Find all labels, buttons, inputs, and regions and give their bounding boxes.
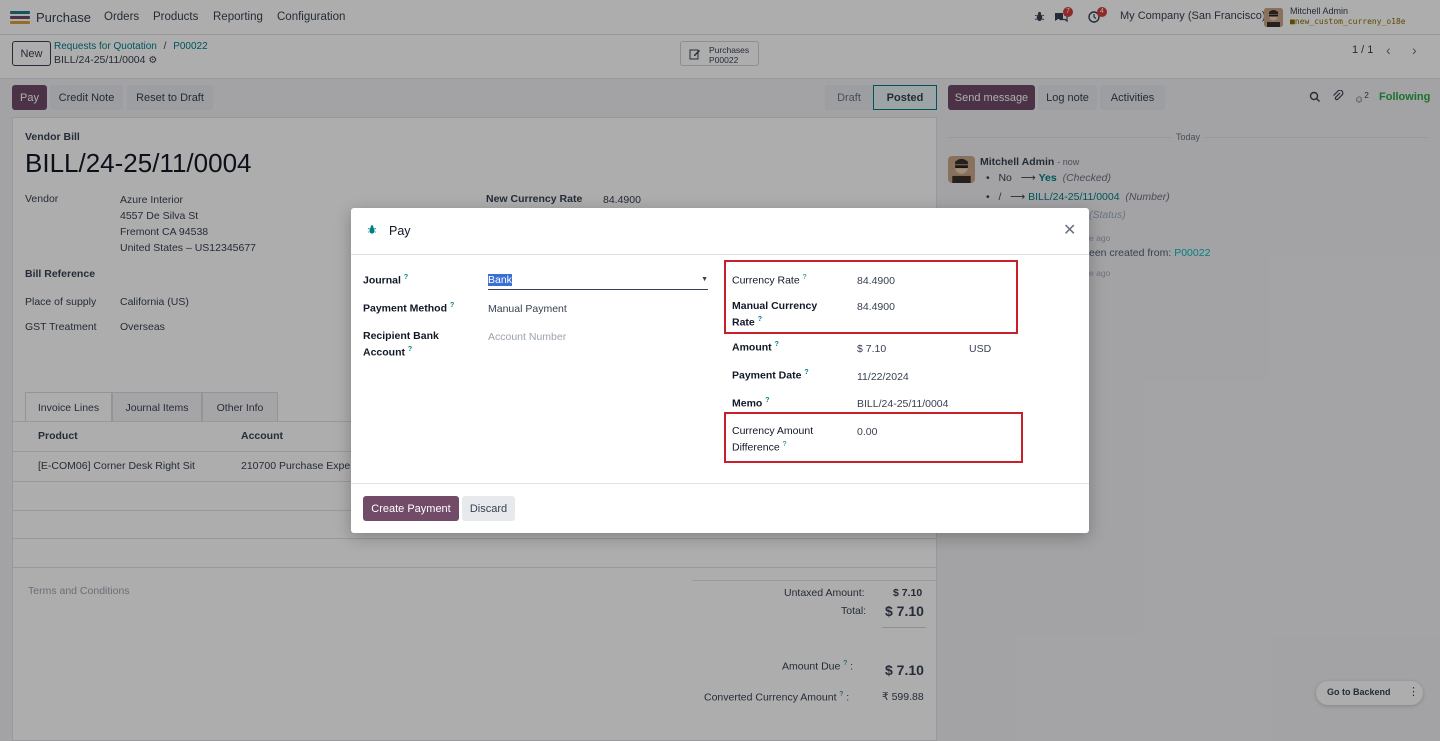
currency-difference-value: 0.00: [857, 426, 878, 438]
help-icon[interactable]: ?: [450, 302, 454, 309]
recipient-bank-label-1: Recipient Bank: [363, 330, 439, 342]
journal-label: Journal ?: [363, 274, 409, 287]
message-time-2: e ago: [1089, 233, 1111, 243]
pay-dialog: Pay ✕ Journal ? Bank ▼ Payment Method ? …: [351, 208, 1089, 533]
created-from-text: een created from: P00022: [1089, 247, 1211, 259]
help-icon[interactable]: ?: [783, 441, 787, 448]
manual-currency-rate-label-2: Rate ?: [732, 316, 762, 329]
manual-currency-rate-label-1: Manual Currency: [732, 300, 818, 312]
created-from-link[interactable]: P00022: [1174, 247, 1210, 259]
amount-input[interactable]: $ 7.10: [857, 343, 886, 355]
discard-button[interactable]: Discard: [462, 496, 515, 521]
help-icon[interactable]: ?: [408, 346, 412, 353]
payment-method-label: Payment Method ?: [363, 302, 455, 315]
currency-difference-label-1: Currency Amount: [732, 425, 814, 437]
help-icon[interactable]: ?: [758, 316, 762, 323]
tracking-line-status: (Status): [1089, 209, 1126, 221]
help-icon[interactable]: ?: [765, 397, 769, 404]
recipient-bank-input[interactable]: Account Number: [488, 331, 566, 343]
recipient-bank-label-2: Account ?: [363, 346, 413, 359]
memo-input[interactable]: BILL/24-25/11/0004: [857, 398, 948, 410]
help-icon[interactable]: ?: [775, 341, 779, 348]
payment-date-label: Payment Date ?: [732, 369, 809, 382]
currency-difference-label-2: Difference ?: [732, 441, 787, 454]
message-time-3: e ago: [1089, 268, 1111, 278]
amount-currency-select[interactable]: USD: [969, 343, 991, 355]
amount-label: Amount ?: [732, 341, 779, 354]
bug-icon: [367, 224, 377, 238]
help-icon[interactable]: ?: [404, 274, 408, 281]
currency-rate-label: Currency Rate ?: [732, 274, 807, 287]
journal-select-value: Bank: [488, 274, 512, 286]
manual-currency-rate-input[interactable]: 84.4900: [857, 301, 895, 313]
help-icon[interactable]: ?: [803, 274, 807, 281]
create-payment-button[interactable]: Create Payment: [363, 496, 459, 521]
memo-label: Memo ?: [732, 397, 770, 410]
journal-select[interactable]: Bank ▼: [488, 274, 708, 290]
dialog-title: Pay: [389, 224, 411, 238]
highlight-currency-rate-box: [724, 260, 1018, 334]
caret-down-icon: ▼: [701, 276, 708, 283]
payment-method-value[interactable]: Manual Payment: [488, 303, 567, 315]
help-icon[interactable]: ?: [804, 369, 808, 376]
close-icon[interactable]: ✕: [1063, 220, 1076, 240]
payment-date-input[interactable]: 11/22/2024: [857, 371, 909, 383]
currency-rate-value: 84.4900: [857, 275, 895, 287]
